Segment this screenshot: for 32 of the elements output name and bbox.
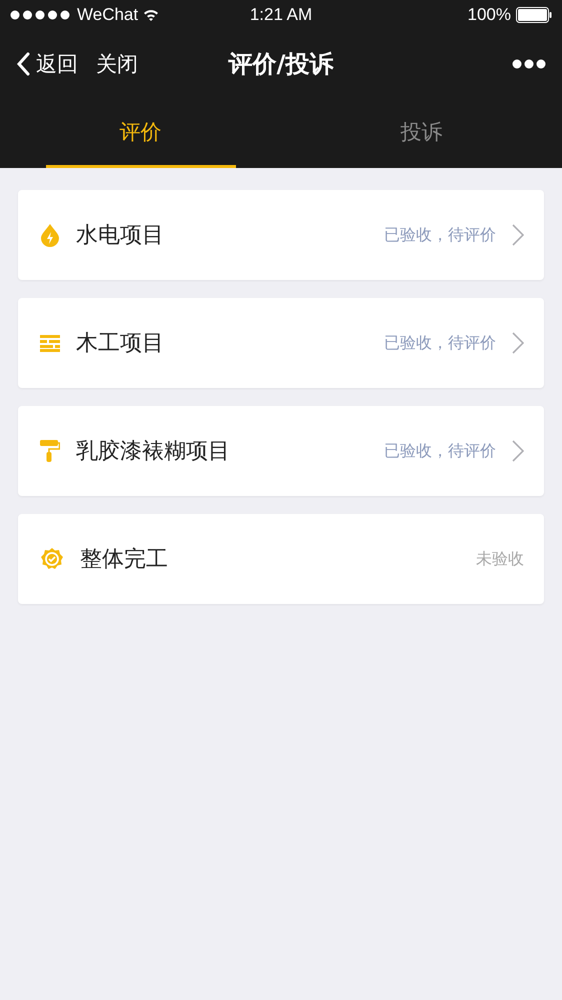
list-item[interactable]: 乳胶漆裱糊项目 已验收，待评价: [18, 406, 544, 496]
item-name: 水电项目: [76, 222, 165, 250]
list-item[interactable]: 水电项目 已验收，待评价: [18, 190, 544, 280]
item-status: 已验收，待评价: [384, 224, 496, 246]
paint-roller-icon: [40, 439, 60, 463]
tab[interactable]: 投诉: [326, 98, 516, 168]
list-item[interactable]: 木工项目 已验收，待评价: [18, 298, 544, 388]
chevron-left-icon: [16, 52, 30, 76]
battery-icon: [516, 7, 552, 23]
carrier-name: WeChat: [77, 5, 138, 25]
item-status: 未验收: [476, 548, 524, 570]
item-name: 木工项目: [76, 330, 165, 358]
clock-time: 1:21 AM: [250, 5, 312, 25]
close-button[interactable]: 关闭: [96, 50, 138, 78]
chevron-right-icon: [512, 440, 524, 462]
page-title: 评价/投诉: [228, 49, 334, 80]
wifi-icon: [143, 9, 160, 21]
chevron-right-icon: [512, 332, 524, 354]
bricks-icon: [40, 334, 60, 352]
list-item[interactable]: 整体完工 未验收: [18, 514, 544, 604]
back-button[interactable]: 返回: [16, 50, 78, 78]
battery-percent: 100%: [468, 5, 511, 25]
tab[interactable]: 评价: [46, 98, 236, 168]
more-icon[interactable]: [512, 59, 546, 69]
chevron-right-icon: [512, 224, 524, 246]
bolt-drop-icon: [40, 223, 60, 247]
check-badge-icon: [40, 547, 64, 571]
item-name: 乳胶漆裱糊项目: [76, 438, 231, 466]
signal-icon: [10, 10, 72, 20]
item-status: 已验收，待评价: [384, 440, 496, 462]
item-name: 整体完工: [80, 546, 169, 574]
item-status: 已验收，待评价: [384, 332, 496, 354]
